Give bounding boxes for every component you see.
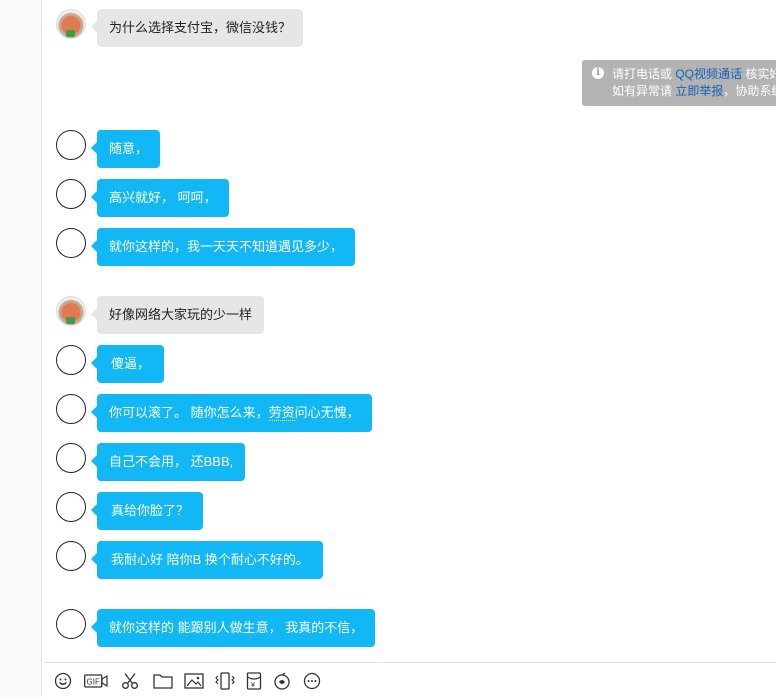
avatar[interactable] [56,228,86,258]
avatar[interactable] [56,9,86,39]
info-icon: i [592,67,604,79]
message-bubble[interactable]: 我耐心好 陪你B 换个耐心不好的。 [91,541,323,579]
message-bubble[interactable]: 你可以滚了。 随你怎么来，劳资问心无愧， [91,394,372,432]
avatar[interactable] [56,443,86,473]
emoji-icon[interactable] [54,672,72,690]
message-bubble[interactable]: 自己不会用， 还BBB, [90,443,246,481]
avatar[interactable] [56,394,86,424]
folder-icon[interactable] [153,672,173,690]
message-text: 问心无愧， [294,405,360,420]
message-bubble[interactable]: 高兴就好， 呵呵， [91,179,229,217]
notice-text: 核实好 [745,67,776,81]
chat-message-area[interactable]: 为什么选择支付宝，微信没钱？ i 请打电话或 QQ视频通话 核实好 如有异常请 … [41,0,776,661]
notice-text: 请打电话或 [612,67,676,81]
notice-text: ，协助系统 [723,84,776,98]
svg-text:¥: ¥ [251,682,255,689]
avatar[interactable] [56,609,86,639]
gif-icon[interactable]: GIF [84,672,108,690]
message-bubble[interactable]: 就你这样的 能跟别人做生意， 我真的不信， [90,609,376,647]
message-bubble[interactable]: 随意， [90,130,161,168]
avatar[interactable] [56,541,86,571]
avatar[interactable] [56,492,86,522]
notice-text: 如有异常请 [612,84,676,98]
image-icon[interactable] [184,672,204,690]
shake-icon[interactable] [215,672,235,690]
avatar[interactable] [56,296,86,326]
report-link[interactable]: 立即举报 [675,84,723,98]
message-bubble[interactable]: 就你这样的，我一天天不知道遇见多少， [90,228,356,266]
message-bubble[interactable]: 好像网络大家玩的少一样 [90,296,265,334]
message-bubble[interactable]: 为什么选择支付宝，微信没钱？ [90,9,304,47]
more-icon[interactable] [303,672,321,690]
input-toolbar: GIF ¥ [44,662,776,697]
message-text: 你可以滚了。 随你怎么来， [109,405,269,420]
scissors-icon[interactable] [121,672,139,690]
message-text-underlined: 劳资 [268,405,295,421]
left-sidebar [0,0,42,697]
svg-text:GIF: GIF [87,678,100,687]
voice-icon[interactable] [273,672,291,690]
security-notice: i 请打电话或 QQ视频通话 核实好 如有异常请 立即举报，协助系统 [582,60,776,106]
message-bubble[interactable]: 真给你脸了？ [90,492,204,530]
redpacket-icon[interactable]: ¥ [246,672,262,690]
avatar[interactable] [56,179,86,209]
qq-video-call-link[interactable]: QQ视频通话 [675,67,742,81]
avatar[interactable] [56,345,86,375]
message-bubble[interactable]: 傻逼， [90,345,165,383]
avatar[interactable] [56,130,86,160]
